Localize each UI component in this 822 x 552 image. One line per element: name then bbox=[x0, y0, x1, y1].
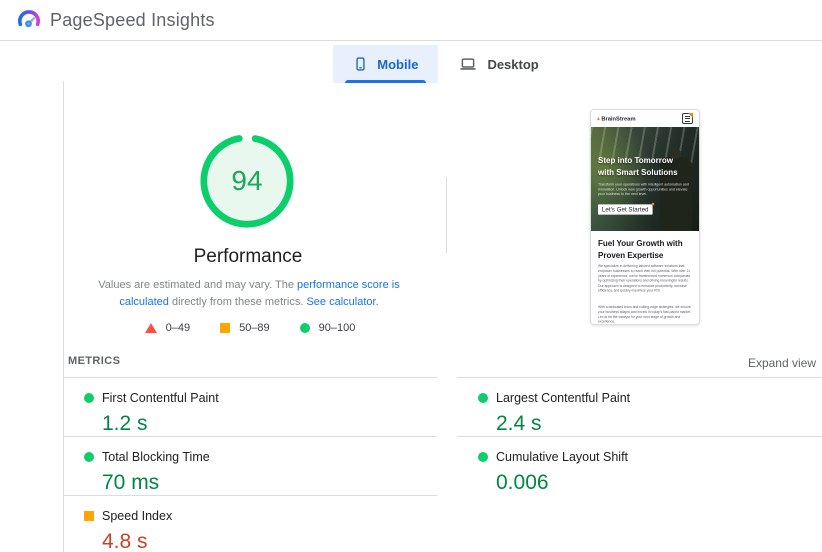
tab-mobile[interactable]: Mobile bbox=[333, 45, 439, 83]
site-body-section: Fuel Your Growth with Proven Expertise W… bbox=[591, 231, 699, 324]
app-header: PageSpeed Insights bbox=[0, 0, 822, 41]
see-calculator-link[interactable]: See calculator. bbox=[306, 296, 378, 308]
metric-value: 4.8 s bbox=[102, 530, 148, 552]
metric-status-icon bbox=[84, 511, 94, 521]
thumbnail-site-header: BrainStream bbox=[591, 110, 699, 127]
metric-value: 2.4 s bbox=[496, 412, 542, 435]
metric-first-contentful-paint: First Contentful Paint 1.2 s bbox=[63, 377, 437, 436]
metric-value: 1.2 s bbox=[102, 412, 148, 435]
tab-active-underline bbox=[345, 80, 427, 83]
metric-name: Total Blocking Time bbox=[102, 450, 210, 464]
metric-name: Cumulative Layout Shift bbox=[496, 450, 629, 464]
hero-content: Step into Tomorrow with Smart Solutions … bbox=[591, 127, 699, 231]
page-screenshot-thumbnail[interactable]: BrainStream Step into Tomorrow with Smar… bbox=[590, 109, 700, 325]
legend-average-range: 50–89 bbox=[239, 322, 270, 334]
gauge-thumbnail-divider bbox=[446, 177, 447, 253]
tab-desktop-label: Desktop bbox=[487, 56, 539, 72]
score-disclaimer: Values are estimated and may vary. The p… bbox=[76, 277, 422, 311]
metric-status-icon bbox=[84, 452, 94, 462]
metric-value: 70 ms bbox=[102, 471, 160, 494]
site-brand-logo: BrainStream bbox=[597, 115, 636, 122]
legend-item-average: 50–89 bbox=[220, 322, 270, 334]
metrics-section-title: METRICS bbox=[68, 355, 121, 367]
metric-total-blocking-time: Total Blocking Time 70 ms bbox=[63, 436, 437, 495]
performance-score: 94 bbox=[231, 165, 263, 196]
metric-speed-index: Speed Index 4.8 s bbox=[63, 495, 437, 552]
performance-category-title: Performance bbox=[193, 246, 303, 267]
metrics-grid: First Contentful Paint 1.2 s Largest Con… bbox=[63, 377, 822, 552]
hero-subtext: Transform your operations with intellige… bbox=[598, 182, 689, 197]
site-hero-section: Step into Tomorrow with Smart Solutions … bbox=[591, 127, 699, 231]
legend-item-fail: 0–49 bbox=[144, 322, 191, 334]
score-legend: 0–49 50–89 90–100 bbox=[63, 322, 437, 334]
disclaimer-text-2: directly from these metrics. bbox=[168, 296, 307, 309]
metric-empty-cell bbox=[457, 495, 822, 552]
app-title: PageSpeed Insights bbox=[50, 9, 215, 30]
performance-gauge: 94 bbox=[199, 133, 295, 229]
get-started-label: Let's Get Started bbox=[601, 205, 649, 214]
fail-triangle-icon bbox=[144, 323, 157, 333]
metric-name: First Contentful Paint bbox=[102, 391, 219, 405]
get-started-button: Let's Get Started bbox=[598, 202, 654, 215]
pass-circle-icon bbox=[299, 323, 310, 333]
site-section-heading: Fuel Your Growth with Proven Expertise bbox=[598, 239, 683, 260]
metric-name: Largest Contentful Paint bbox=[496, 391, 631, 405]
metric-status-icon bbox=[478, 393, 488, 403]
brand-mark-icon bbox=[597, 116, 600, 121]
disclaimer-text: Values are estimated and may vary. The bbox=[98, 279, 297, 291]
legend-item-pass: 90–100 bbox=[299, 322, 356, 334]
legend-pass-range: 90–100 bbox=[318, 322, 356, 334]
site-brand-name: BrainStream bbox=[601, 115, 636, 122]
desktop-laptop-icon bbox=[460, 58, 476, 70]
site-paragraph: With a dedicated team and cutting-edge s… bbox=[598, 305, 692, 324]
metric-status-icon bbox=[478, 452, 488, 462]
tab-mobile-label: Mobile bbox=[377, 56, 419, 72]
legend-fail-range: 0–49 bbox=[165, 322, 191, 334]
mobile-phone-icon bbox=[356, 57, 365, 71]
pagespeed-insights-app: PageSpeed Insights Mobile Desktop 94 Per… bbox=[0, 0, 822, 552]
expand-view-button[interactable]: Expand view bbox=[748, 356, 816, 370]
metric-status-icon bbox=[84, 393, 94, 403]
metric-cumulative-layout-shift: Cumulative Layout Shift 0.006 bbox=[457, 436, 822, 495]
metric-largest-contentful-paint: Largest Contentful Paint 2.4 s bbox=[457, 377, 822, 436]
hamburger-menu-icon bbox=[682, 113, 693, 124]
pagespeed-logo-icon bbox=[17, 10, 41, 28]
average-square-icon bbox=[220, 323, 231, 333]
metric-value: 0.006 bbox=[496, 471, 549, 494]
metric-name: Speed Index bbox=[102, 509, 173, 523]
tab-desktop[interactable]: Desktop bbox=[438, 45, 558, 83]
site-paragraph: We specialize in delivering tailored sof… bbox=[598, 264, 691, 293]
device-tabbar: Mobile Desktop bbox=[0, 45, 822, 83]
hero-title: Step into Tomorrow with Smart Solutions bbox=[598, 156, 678, 177]
